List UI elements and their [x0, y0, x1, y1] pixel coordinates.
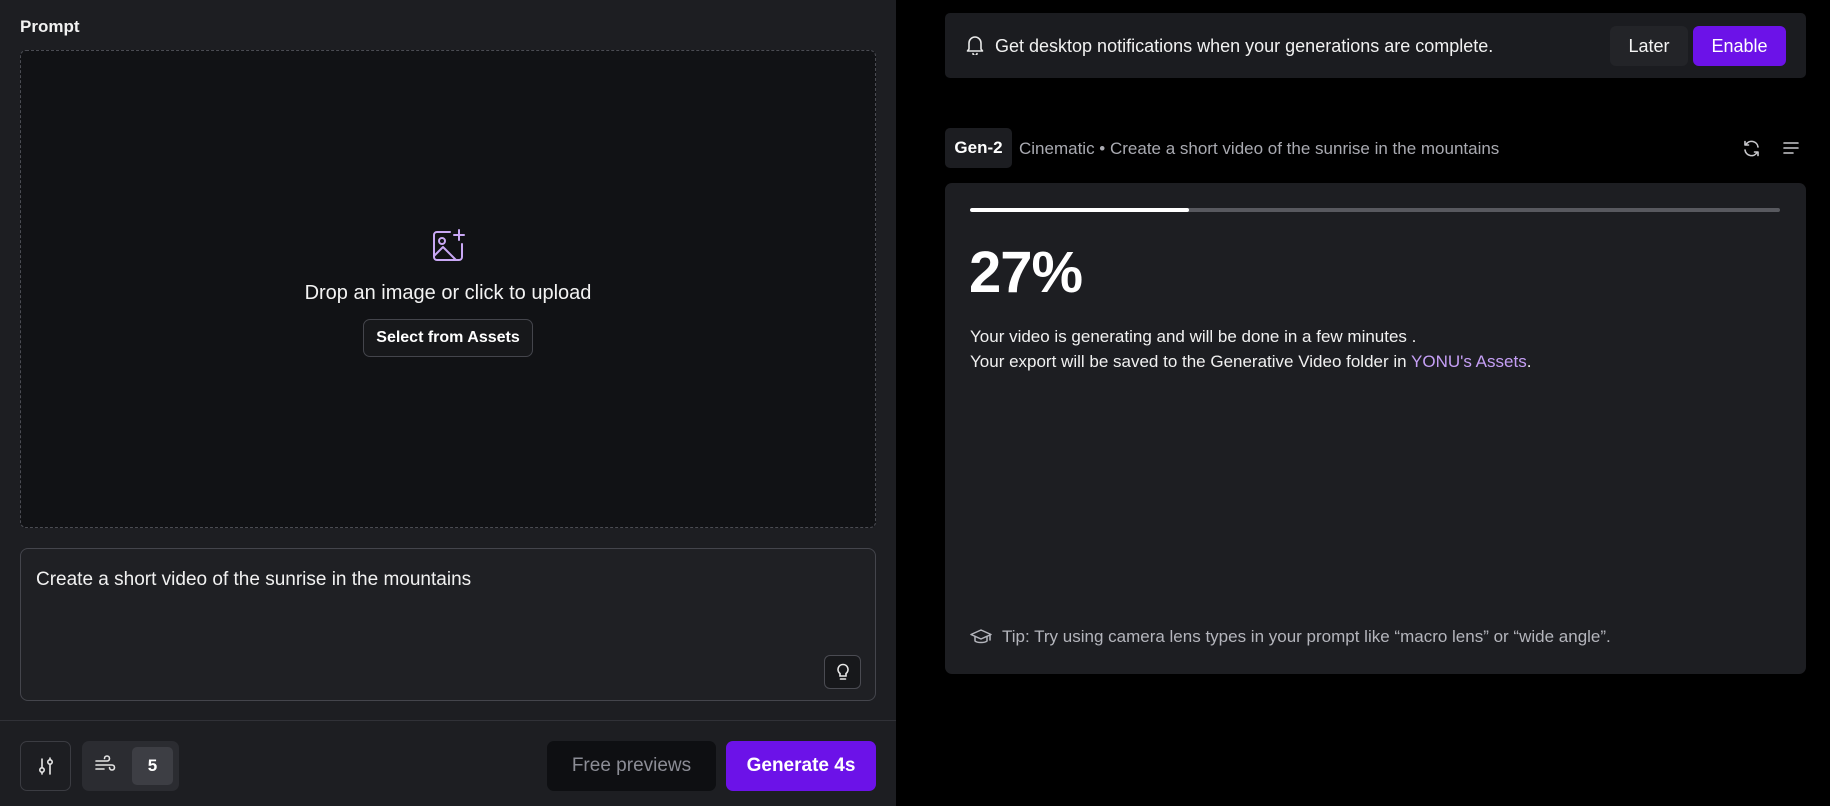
- progress-bar: [970, 208, 1780, 212]
- refresh-icon[interactable]: [1742, 139, 1761, 158]
- progress-percent: 27%: [969, 240, 1083, 305]
- lightbulb-icon: [836, 663, 849, 680]
- assets-link[interactable]: YONU's Assets: [1411, 352, 1527, 371]
- status-line-2: Your export will be saved to the Generat…: [970, 352, 1531, 372]
- prompt-text[interactable]: Create a short video of the sunrise in t…: [36, 569, 471, 591]
- dropzone-text: Drop an image or click to upload: [304, 281, 592, 304]
- menu-icon[interactable]: [1782, 139, 1800, 157]
- notification-banner: Get desktop notifications when your gene…: [945, 13, 1806, 78]
- footer-divider: [0, 720, 896, 721]
- wind-icon: [95, 755, 116, 771]
- progress-fill: [970, 208, 1189, 212]
- tip: Tip: Try using camera lens types in your…: [970, 627, 1611, 647]
- bell-icon: [966, 36, 984, 55]
- prompt-ideas-button[interactable]: [824, 655, 861, 689]
- generation-title: Cinematic • Create a short video of the …: [1019, 139, 1500, 158]
- settings-button[interactable]: [20, 741, 71, 791]
- prompt-input[interactable]: Create a short video of the sunrise in t…: [20, 548, 876, 701]
- generation-header: Gen-2 Cinematic • Create a short video o…: [945, 128, 1806, 168]
- status-line-2-prefix: Your export will be saved to the Generat…: [970, 352, 1412, 371]
- motion-value[interactable]: 5: [132, 747, 173, 785]
- free-previews-button[interactable]: Free previews: [547, 741, 716, 791]
- sliders-icon: [38, 757, 53, 775]
- left-panel: Prompt Drop an image or click to upload …: [0, 0, 896, 806]
- generate-button[interactable]: Generate 4s: [726, 741, 876, 791]
- graduation-cap-icon: [970, 629, 992, 644]
- enable-button[interactable]: Enable: [1693, 26, 1786, 66]
- motion-control[interactable]: 5: [82, 741, 179, 791]
- model-badge: Gen-2: [945, 128, 1012, 168]
- prompt-label: Prompt: [20, 17, 80, 36]
- notification-text: Get desktop notifications when your gene…: [995, 36, 1494, 56]
- image-dropzone[interactable]: Drop an image or click to upload Select …: [20, 50, 876, 528]
- image-plus-icon: [433, 228, 465, 261]
- status-line-2-suffix: .: [1526, 352, 1532, 371]
- tip-text: Tip: Try using camera lens types in your…: [1002, 627, 1611, 646]
- status-line-1: Your video is generating and will be don…: [970, 327, 1417, 346]
- generation-card: 27% Your video is generating and will be…: [945, 183, 1806, 674]
- later-button[interactable]: Later: [1610, 26, 1688, 66]
- select-from-assets-button[interactable]: Select from Assets: [363, 318, 533, 357]
